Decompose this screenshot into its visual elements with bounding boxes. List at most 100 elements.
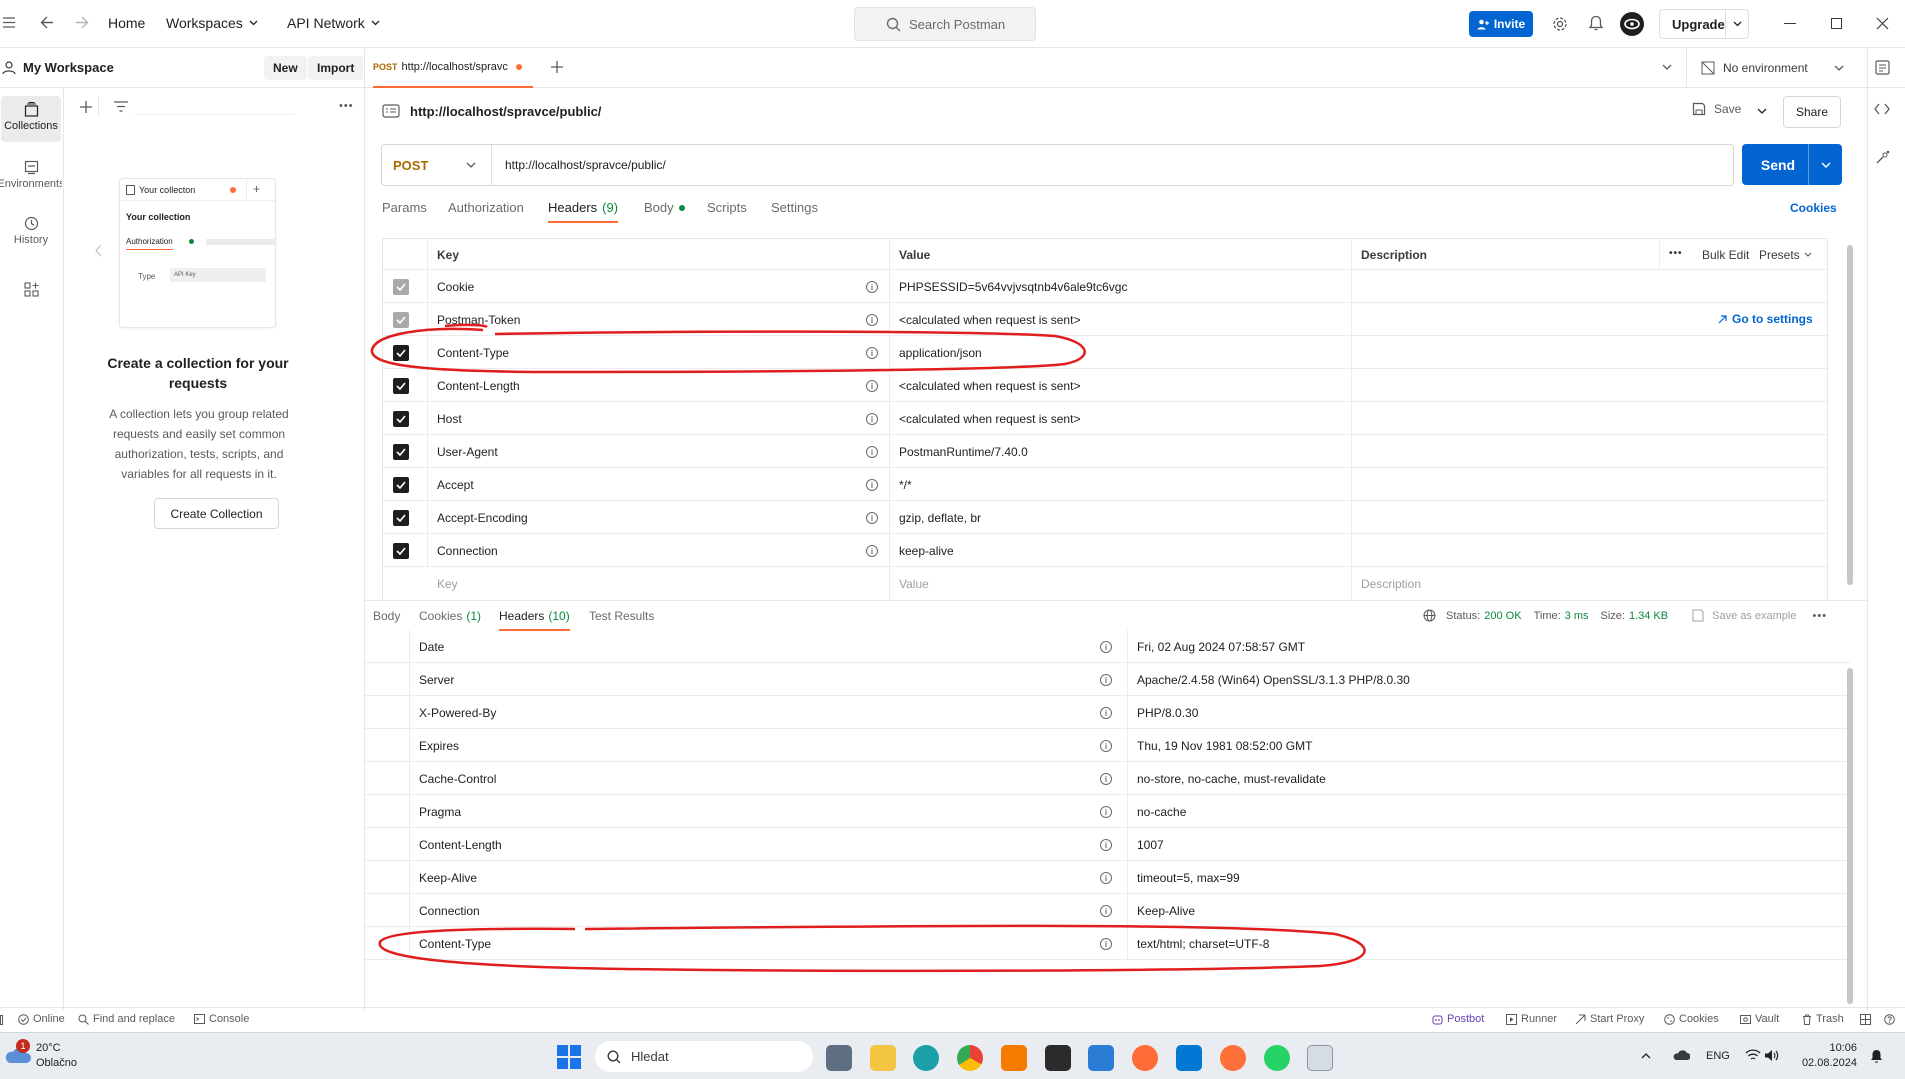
new-value-input[interactable]: Value [890, 567, 929, 600]
tab-authorization[interactable]: Authorization [448, 200, 524, 215]
url-input[interactable]: http://localhost/spravce/public/ [505, 145, 666, 185]
related-icon[interactable] [1874, 150, 1890, 166]
header-key[interactable]: Host [428, 402, 462, 435]
tray-chevron-up-icon[interactable] [1641, 1053, 1651, 1059]
header-enabled-checkbox[interactable] [393, 369, 409, 402]
rail-history[interactable]: History [0, 212, 62, 258]
header-value[interactable]: PHPSESSID=5v64vvjvsqtnb4v6ale9tc6vgc [890, 270, 1127, 303]
upgrade-button[interactable]: Upgrade [1659, 9, 1749, 39]
windows-start-icon[interactable] [557, 1045, 581, 1069]
response-scrollbar[interactable] [1847, 668, 1853, 1004]
scrollbar[interactable] [1847, 245, 1853, 585]
tab-headers[interactable]: Headers (9) [548, 200, 619, 223]
postbot-button[interactable]: Postbot [1432, 1013, 1484, 1025]
maximize-window-icon[interactable] [1831, 18, 1842, 29]
filter-icon[interactable] [114, 101, 128, 112]
new-tab-plus-icon[interactable] [551, 61, 563, 73]
start-proxy-button[interactable]: Start Proxy [1575, 1013, 1644, 1025]
wifi-icon[interactable] [1745, 1049, 1761, 1062]
firefox-icon[interactable] [1220, 1045, 1246, 1071]
workspaces-menu[interactable]: Workspaces [166, 15, 258, 31]
header-enabled-checkbox[interactable] [393, 303, 409, 336]
header-value[interactable]: application/json [890, 336, 982, 369]
edge-browser-icon[interactable] [913, 1045, 939, 1071]
header-key[interactable]: Connection [428, 534, 498, 567]
home-link[interactable]: Home [108, 15, 145, 31]
environment-quicklook-icon[interactable] [1875, 60, 1890, 75]
upgrade-chevron-icon[interactable] [1725, 10, 1748, 38]
import-button[interactable]: Import [308, 56, 364, 80]
task-view-icon[interactable] [826, 1045, 852, 1071]
header-key[interactable]: Accept-Encoding [428, 501, 528, 534]
save-chevron-icon[interactable] [1757, 108, 1767, 114]
more-options-icon[interactable]: ••• [1669, 248, 1683, 259]
taskbar-search[interactable]: Hledat [595, 1041, 813, 1072]
search-input[interactable]: Search Postman [854, 7, 1036, 41]
api-network-menu[interactable]: API Network [287, 15, 380, 31]
rail-collections[interactable]: Collections [1, 96, 61, 142]
whatsapp-icon[interactable] [1264, 1045, 1290, 1071]
header-key[interactable]: Postman-Token [428, 303, 520, 336]
hamburger-menu-icon[interactable] [3, 17, 15, 28]
new-key-input[interactable]: Key [428, 567, 458, 600]
header-value[interactable]: keep-alive [890, 534, 954, 567]
header-enabled-checkbox[interactable] [393, 435, 409, 468]
go-to-settings-link[interactable]: Go to settings [1718, 312, 1813, 326]
create-collection-button[interactable]: Create Collection [154, 498, 279, 529]
find-replace-button[interactable]: Find and replace [78, 1013, 175, 1025]
vault-button[interactable]: Vault [1740, 1013, 1779, 1025]
environment-selector[interactable]: No environment [1701, 48, 1844, 88]
header-value[interactable]: <calculated when request is sent> [890, 369, 1080, 402]
resp-tab-test-results[interactable]: Test Results [589, 609, 654, 623]
more-options-icon[interactable]: ••• [339, 100, 354, 112]
tab-list-chevron-icon[interactable] [1662, 64, 1672, 70]
notification-bell-icon[interactable] [1870, 1049, 1883, 1064]
share-button[interactable]: Share [1783, 96, 1841, 128]
file-explorer-icon[interactable] [870, 1045, 896, 1071]
trash-button[interactable]: Trash [1802, 1013, 1844, 1025]
forward-arrow-icon[interactable] [75, 16, 89, 29]
clock[interactable]: 10:06 02.08.2024 [1797, 1041, 1857, 1071]
settings-gear-icon[interactable] [1552, 16, 1568, 32]
close-window-icon[interactable] [1876, 17, 1889, 30]
cookies-button[interactable]: Cookies [1664, 1013, 1719, 1025]
request-tab[interactable]: POST http://localhost/spravc [373, 48, 533, 88]
header-key[interactable]: Accept [428, 468, 474, 501]
header-value[interactable]: PostmanRuntime/7.40.0 [890, 435, 1028, 468]
cookies-link[interactable]: Cookies [1790, 201, 1837, 215]
new-button[interactable]: New [264, 56, 307, 80]
onedrive-cloud-icon[interactable] [1672, 1050, 1690, 1061]
terminal-icon[interactable] [1045, 1045, 1071, 1071]
header-value[interactable]: */* [890, 468, 912, 501]
header-enabled-checkbox[interactable] [393, 402, 409, 435]
rail-environments[interactable]: Environments [0, 156, 62, 202]
vscode-icon[interactable] [1176, 1045, 1202, 1071]
help-icon[interactable] [1884, 1014, 1895, 1025]
header-key[interactable]: Content-Length [428, 369, 520, 402]
postman-app-icon[interactable] [1132, 1045, 1158, 1071]
avatar[interactable] [1620, 12, 1644, 36]
layout-icon[interactable] [1860, 1014, 1871, 1025]
add-collection-icon[interactable] [80, 101, 92, 113]
header-enabled-checkbox[interactable] [393, 468, 409, 501]
tab-settings[interactable]: Settings [771, 200, 818, 215]
rail-configure[interactable] [0, 282, 62, 297]
resp-tab-cookies[interactable]: Cookies (1) [419, 609, 481, 623]
sidebar-search-input[interactable] [134, 99, 294, 115]
header-key[interactable]: User-Agent [428, 435, 498, 468]
header-key[interactable]: Content-Type [428, 336, 509, 369]
bulk-edit-button[interactable]: Bulk Edit [1693, 239, 1749, 270]
send-options-chevron-icon[interactable] [1808, 144, 1842, 185]
toggle-sidebar-icon[interactable] [0, 1015, 3, 1025]
tab-params[interactable]: Params [382, 200, 427, 215]
volume-icon[interactable] [1764, 1049, 1779, 1062]
header-enabled-checkbox[interactable] [393, 501, 409, 534]
back-arrow-icon[interactable] [40, 16, 54, 29]
header-enabled-checkbox[interactable] [393, 336, 409, 369]
invite-button[interactable]: Invite [1469, 11, 1533, 37]
tab-body[interactable]: Body [644, 200, 685, 215]
runner-button[interactable]: Runner [1506, 1013, 1557, 1025]
header-value[interactable]: <calculated when request is sent> [890, 402, 1080, 435]
code-snippet-icon[interactable] [1874, 103, 1890, 115]
header-enabled-checkbox[interactable] [393, 270, 409, 303]
